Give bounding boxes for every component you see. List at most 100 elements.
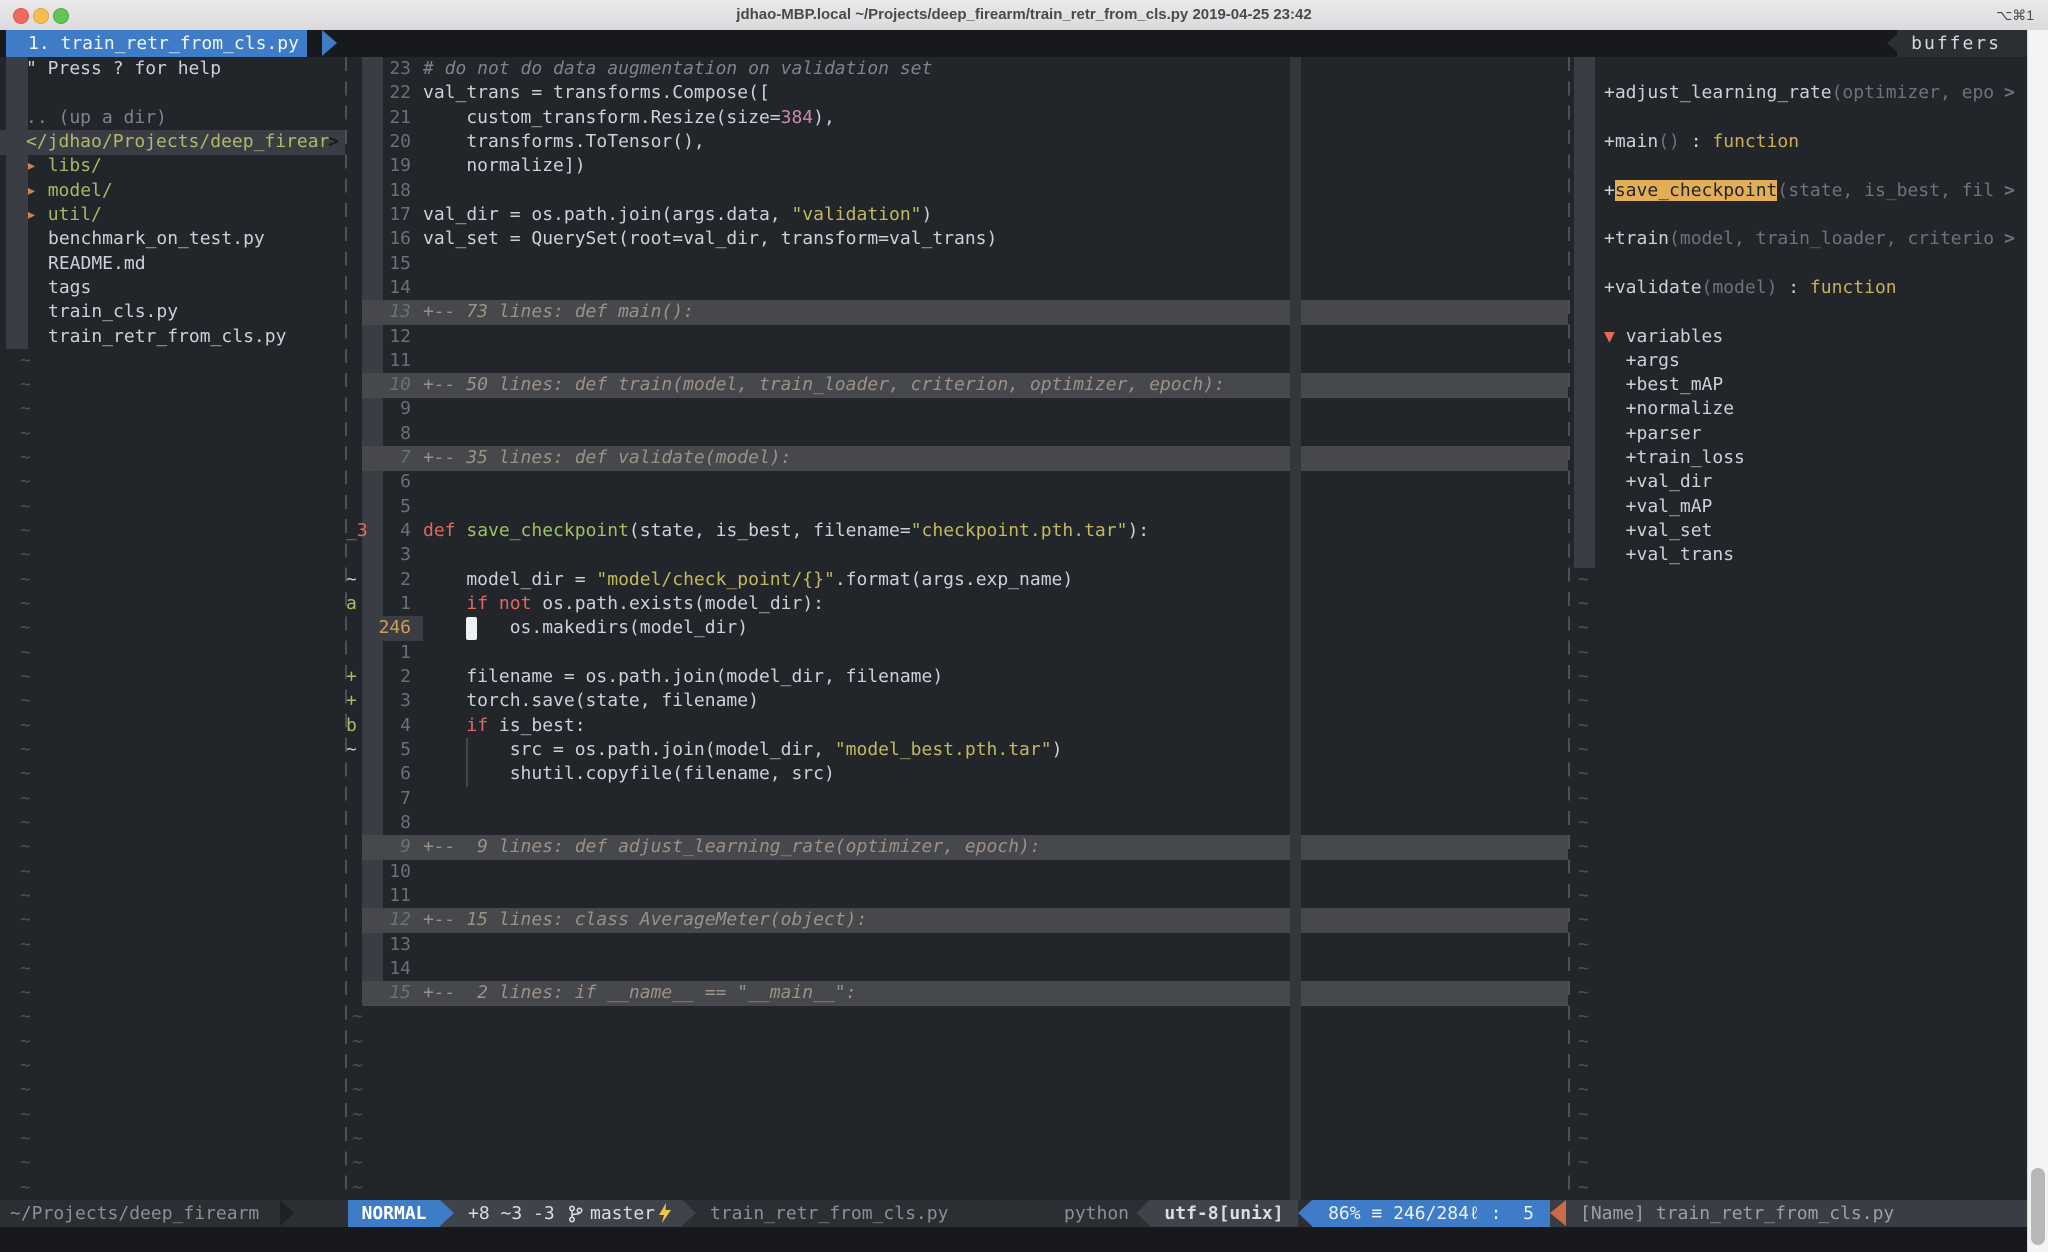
separator-arrow-icon	[1550, 1200, 1566, 1226]
text-segment: ▸	[26, 155, 48, 176]
tag-item[interactable]: +args	[1604, 349, 1680, 374]
tag-item[interactable]: +validate(model) : function	[1604, 276, 1897, 301]
line-number: 23	[340, 57, 411, 82]
empty-line-tilde: ~	[20, 908, 31, 933]
titlebar: jdhao-MBP.local ~/Projects/deep_firearm/…	[0, 0, 2048, 31]
tag-item[interactable]: +val_set	[1604, 519, 1712, 544]
text-segment: val_trans = transforms.Compose([	[423, 82, 770, 103]
empty-line-tilde: ~	[20, 397, 31, 422]
text-segment: (state, is_best, filename=	[629, 520, 911, 541]
text-segment: 384	[781, 107, 814, 128]
scrollbar-thumb[interactable]	[2031, 1168, 2045, 1245]
code-line[interactable]: shutil.copyfile(filename, src)	[423, 762, 835, 787]
code-line[interactable]: +-- 73 lines: def main():	[423, 300, 694, 325]
text-segment: train_cls.py	[48, 301, 178, 322]
text-segment: save_checkpoint	[1615, 180, 1778, 201]
tag-item[interactable]: +val_trans	[1604, 543, 1734, 568]
separator-arrow-icon	[1298, 1200, 1312, 1226]
nerdtree-item[interactable]: benchmark_on_test.py	[48, 227, 265, 252]
nerdtree-item[interactable]: tags	[48, 276, 91, 301]
line-number: 16	[340, 227, 411, 252]
nerdtree-item[interactable]: ▸ model/	[26, 179, 113, 204]
code-line[interactable]: normalize])	[423, 154, 586, 179]
code-line[interactable]: val_trans = transforms.Compose([	[423, 81, 770, 106]
text-segment: +-- 73 lines: def main():	[423, 301, 694, 322]
nerdtree-gutter-strip	[6, 57, 28, 349]
code-line[interactable]: filename = os.path.join(model_dir, filen…	[423, 665, 943, 690]
code-line[interactable]: if is_best:	[423, 714, 586, 739]
empty-line-tilde: ~	[1578, 616, 1589, 641]
nerdtree-item[interactable]: " Press ? for help	[26, 57, 221, 82]
empty-line-tilde: ~	[20, 519, 31, 544]
tag-item[interactable]: +normalize	[1604, 397, 1734, 422]
text-segment: if	[466, 593, 488, 614]
nerdtree-item[interactable]: train_cls.py	[48, 300, 178, 325]
tag-item[interactable]: +train(model, train_loader, criterio	[1604, 227, 1994, 252]
text-segment: </jdhao/Projects/deep_firear	[26, 131, 329, 152]
tag-item[interactable]: ▼ variables	[1604, 325, 1723, 350]
empty-line-tilde: ~	[352, 1078, 363, 1103]
code-line[interactable]: custom_transform.Resize(size=384),	[423, 106, 835, 131]
color-column	[1290, 57, 1301, 1200]
nerdtree-item[interactable]: README.md	[48, 252, 146, 277]
editor-area[interactable]: " Press ? for help .. (up a dir)</jdhao/P…	[0, 57, 2048, 1200]
tag-item[interactable]: +adjust_learning_rate(optimizer, epo	[1604, 81, 1994, 106]
tag-item[interactable]: +val_dir	[1604, 470, 1712, 495]
code-line[interactable]: if not os.path.exists(model_dir):	[423, 592, 824, 617]
code-line[interactable]: +-- 9 lines: def adjust_learning_rate(op…	[423, 835, 1041, 860]
tag-item[interactable]: +train_loss	[1604, 446, 1745, 471]
tag-item[interactable]: +best_mAP	[1604, 373, 1723, 398]
code-line[interactable]: +-- 15 lines: class AverageMeter(object)…	[423, 908, 867, 933]
code-line[interactable]: +-- 50 lines: def train(model, train_loa…	[423, 373, 1225, 398]
text-segment: +-- 15 lines: class AverageMeter(object)…	[423, 909, 867, 930]
line-number: 1	[340, 641, 411, 666]
code-line[interactable]: # do not do data augmentation on validat…	[423, 57, 932, 82]
nerdtree-item[interactable]: ▸ libs/	[26, 154, 102, 179]
code-line[interactable]: def save_checkpoint(state, is_best, file…	[423, 519, 1149, 544]
code-line[interactable]: val_set = QuerySet(root=val_dir, transfo…	[423, 227, 997, 252]
code-line[interactable]: +-- 2 lines: if __name__ == "__main__":	[423, 981, 856, 1006]
nerdtree-item[interactable]: ▸ util/	[26, 203, 102, 228]
code-line[interactable]: transforms.ToTensor(),	[423, 130, 705, 155]
scrollbar-track[interactable]	[2027, 30, 2048, 1252]
text-segment: normalize])	[423, 155, 586, 176]
cursor-block	[466, 617, 477, 640]
text-segment: +normalize	[1604, 398, 1734, 419]
tag-item[interactable]: +save_checkpoint(state, is_best, fil	[1604, 179, 1994, 204]
text-segment: (model, train_loader, criterio	[1669, 228, 1994, 249]
window-shortcut-badge: ⌥⌘1	[1996, 0, 2034, 30]
code-line[interactable]: model_dir = "model/check_point/{}".forma…	[423, 568, 1073, 593]
separator-arrow-icon	[440, 1200, 454, 1226]
empty-line-tilde: ~	[20, 933, 31, 958]
code-line[interactable]: torch.save(state, filename)	[423, 689, 759, 714]
text-segment: (optimizer, epo	[1832, 82, 1995, 103]
tag-item[interactable]: +val_mAP	[1604, 495, 1712, 520]
code-line[interactable]: +-- 35 lines: def validate(model):	[423, 446, 791, 471]
tag-item[interactable]: +main() : function	[1604, 130, 1799, 155]
text-segment: )	[1052, 739, 1063, 760]
statusline-tagbar-status: [Name] train_retr_from_cls.py	[1580, 1200, 1894, 1227]
text-segment	[456, 520, 467, 541]
text-segment: is_best:	[488, 715, 586, 736]
nerdtree-item[interactable]: .. (up a dir)	[26, 106, 167, 131]
nerdtree-item[interactable]: train_retr_from_cls.py	[48, 325, 286, 350]
code-line[interactable]: val_dir = os.path.join(args.data, "valid…	[423, 203, 932, 228]
text-segment: +adjust_learning_rate	[1604, 82, 1832, 103]
text-segment: torch.save(state, filename)	[423, 690, 759, 711]
code-line[interactable]: src = os.path.join(model_dir, "model_bes…	[423, 738, 1062, 763]
tab-train-retr-from-cls[interactable]: 1. train_retr_from_cls.py	[6, 30, 307, 57]
empty-line-tilde: ~	[20, 1078, 31, 1103]
empty-line-tilde: ~	[20, 1054, 31, 1079]
text-segment: +val_mAP	[1604, 496, 1712, 517]
text-segment: filename = os.path.join(model_dir, filen…	[423, 666, 943, 687]
empty-line-tilde: ~	[20, 1030, 31, 1055]
empty-line-tilde: ~	[20, 738, 31, 763]
nerdtree-item[interactable]: </jdhao/Projects/deep_firear	[26, 130, 329, 155]
command-line	[0, 1227, 2048, 1252]
empty-line-tilde: ~	[1578, 689, 1589, 714]
text-segment: +-- 35 lines: def validate(model):	[423, 447, 791, 468]
empty-line-tilde: ~	[1578, 981, 1589, 1006]
tag-item[interactable]: +parser	[1604, 422, 1702, 447]
empty-line-tilde: ~	[20, 1151, 31, 1176]
empty-line-tilde: ~	[352, 1030, 363, 1055]
